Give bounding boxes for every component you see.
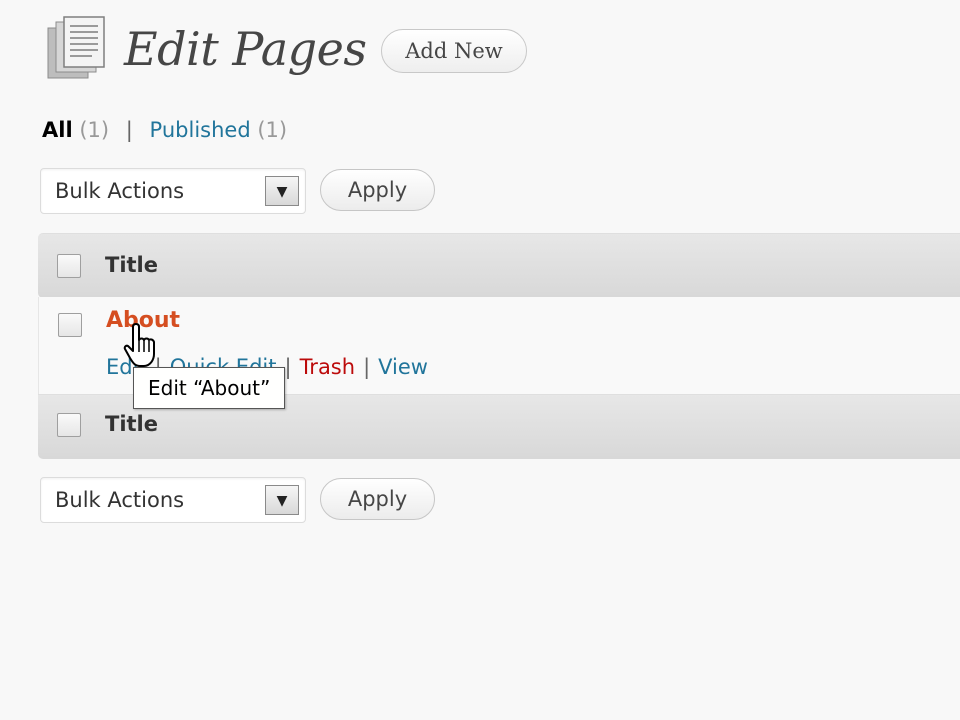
table-header: Title	[38, 233, 960, 298]
add-new-button[interactable]: Add New	[381, 29, 527, 73]
apply-button-bottom[interactable]: Apply	[320, 478, 435, 520]
page-title: Edit Pages	[124, 22, 367, 76]
pages-icon	[44, 16, 108, 82]
bulk-actions-select-top[interactable]: Bulk Actions ▼	[40, 168, 306, 214]
row-action-separator: |	[363, 355, 371, 379]
dropdown-arrow-icon[interactable]: ▼	[265, 176, 299, 206]
bulk-actions-select-bottom[interactable]: Bulk Actions ▼	[40, 477, 306, 523]
status-filters: All (1) | Published (1)	[42, 116, 287, 144]
filter-all-count: (1)	[79, 118, 110, 142]
column-title-header[interactable]: Title	[105, 251, 158, 279]
row-title-link[interactable]: About	[106, 306, 180, 336]
apply-button-top[interactable]: Apply	[320, 169, 435, 211]
select-all-checkbox-footer[interactable]	[57, 413, 81, 437]
filter-published[interactable]: Published	[150, 118, 251, 142]
pages-table: Title About Edit|Quick Edit|Trash|View T…	[38, 233, 960, 459]
bulk-actions-value: Bulk Actions	[55, 488, 185, 512]
row-action-view[interactable]: View	[378, 355, 428, 379]
filter-separator: |	[125, 118, 133, 142]
select-all-checkbox[interactable]	[57, 254, 81, 278]
row-action-trash[interactable]: Trash	[300, 355, 356, 379]
edit-tooltip: Edit “About”	[133, 367, 286, 409]
row-checkbox[interactable]	[58, 313, 82, 337]
row-action-separator: |	[284, 355, 292, 379]
dropdown-arrow-icon[interactable]: ▼	[265, 485, 299, 515]
column-title-footer[interactable]: Title	[105, 410, 158, 438]
bulk-actions-value: Bulk Actions	[55, 179, 185, 203]
filter-all[interactable]: All	[42, 118, 73, 142]
filter-published-count: (1)	[257, 118, 288, 142]
